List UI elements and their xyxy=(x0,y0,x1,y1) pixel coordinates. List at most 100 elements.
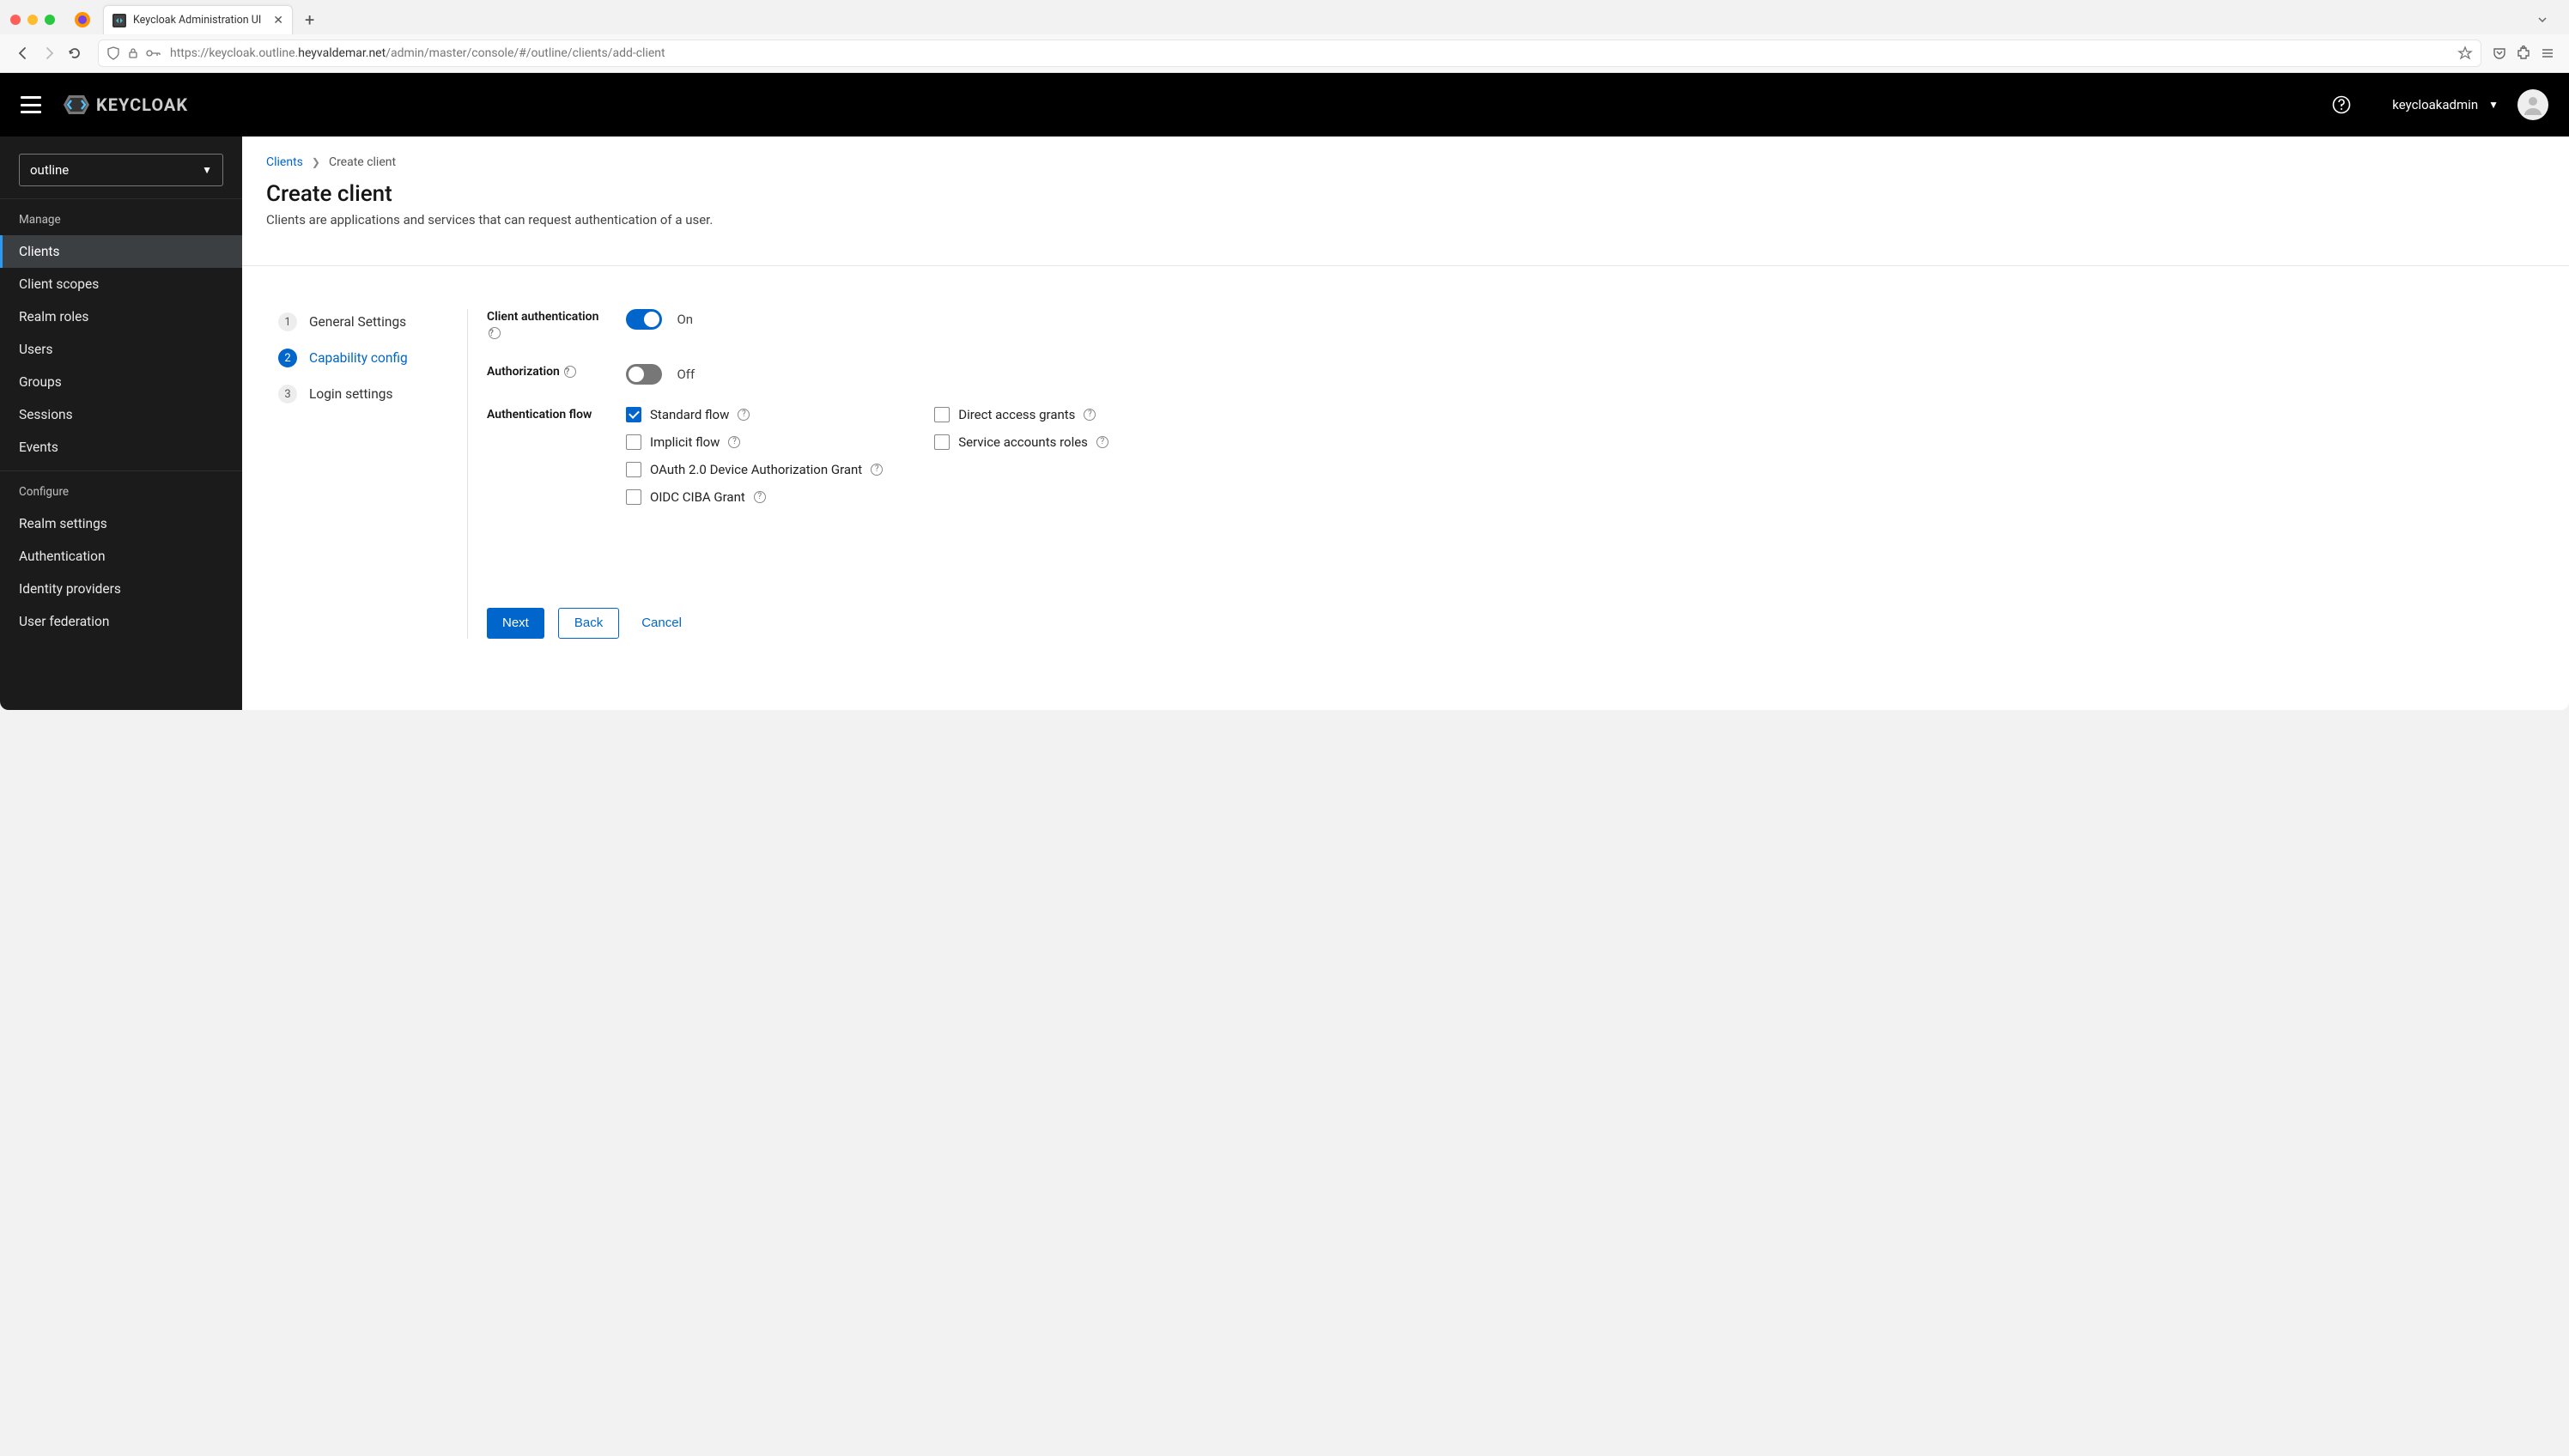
help-icon[interactable]: ? xyxy=(728,436,740,448)
shield-icon xyxy=(106,46,120,60)
breadcrumb-link[interactable]: Clients xyxy=(266,155,303,169)
key-icon xyxy=(146,49,161,58)
check-row-oauth-2-0-device-authorization-grant: OAuth 2.0 Device Authorization Grant? xyxy=(626,462,883,477)
new-tab-icon[interactable]: + xyxy=(305,9,314,30)
window-maximize-icon[interactable] xyxy=(45,15,55,25)
nav-back-icon[interactable] xyxy=(10,40,36,66)
client-auth-toggle[interactable] xyxy=(626,309,662,330)
help-icon[interactable]: ? xyxy=(871,464,883,476)
check-label: OAuth 2.0 Device Authorization Grant xyxy=(650,462,862,477)
checkbox[interactable] xyxy=(626,462,641,477)
window-close-icon[interactable] xyxy=(10,15,21,25)
firefox-icon xyxy=(70,8,94,32)
sidebar-item-users[interactable]: Users xyxy=(0,333,242,366)
check-label: Implicit flow xyxy=(650,434,720,450)
authorization-toggle[interactable] xyxy=(626,364,662,385)
vertical-divider xyxy=(467,309,468,639)
sidebar-item-clients[interactable]: Clients xyxy=(0,235,242,268)
check-row-standard-flow: Standard flow? xyxy=(626,407,883,422)
sidebar-section-configure: Configure xyxy=(0,471,242,507)
checkbox[interactable] xyxy=(626,407,641,422)
tab-close-icon[interactable]: ✕ xyxy=(273,14,283,27)
check-row-direct-access-grants: Direct access grants? xyxy=(934,407,1108,422)
client-auth-state: On xyxy=(677,312,693,327)
sidebar-item-identity-providers[interactable]: Identity providers xyxy=(0,573,242,605)
page-description: Clients are applications and services th… xyxy=(266,212,2545,228)
page-title: Create client xyxy=(266,181,2545,207)
checkbox[interactable] xyxy=(626,489,641,505)
wizard-step-capability-config[interactable]: 2Capability config xyxy=(278,349,467,367)
check-label: Service accounts roles xyxy=(958,434,1088,450)
lock-icon xyxy=(127,47,139,59)
sidebar-item-realm-settings[interactable]: Realm settings xyxy=(0,507,242,540)
sidebar-item-authentication[interactable]: Authentication xyxy=(0,540,242,573)
step-label: General Settings xyxy=(309,314,406,330)
app-header: KEYCLOAK keycloakadmin ▼ xyxy=(0,73,2569,136)
hamburger-icon[interactable] xyxy=(21,96,41,113)
sidebar-item-groups[interactable]: Groups xyxy=(0,366,242,398)
help-icon[interactable]: ? xyxy=(738,409,750,421)
nav-forward-icon[interactable] xyxy=(36,40,62,66)
main-content: Clients ❯ Create client Create client Cl… xyxy=(242,136,2569,710)
nav-reload-icon[interactable] xyxy=(62,40,88,66)
check-label: Standard flow xyxy=(650,407,729,422)
help-icon[interactable] xyxy=(2332,95,2351,114)
browser-tab[interactable]: Keycloak Administration UI ✕ xyxy=(103,5,293,34)
help-icon[interactable]: ? xyxy=(489,327,501,339)
keycloak-logo[interactable]: KEYCLOAK xyxy=(62,90,188,119)
app-menu-icon[interactable] xyxy=(2540,46,2555,61)
chevron-right-icon: ❯ xyxy=(312,156,320,168)
next-button[interactable]: Next xyxy=(487,608,544,639)
wizard-step-general-settings[interactable]: 1 General Settings xyxy=(278,312,467,331)
back-button[interactable]: Back xyxy=(558,608,619,639)
user-avatar-icon xyxy=(2521,93,2545,117)
user-menu[interactable]: keycloakadmin ▼ xyxy=(2392,97,2499,112)
check-row-implicit-flow: Implicit flow? xyxy=(626,434,883,450)
sidebar-item-events[interactable]: Events xyxy=(0,431,242,464)
check-label: Direct access grants xyxy=(958,407,1075,422)
caret-down-icon: ▼ xyxy=(2488,99,2499,111)
help-icon[interactable]: ? xyxy=(1096,436,1108,448)
sidebar-item-realm-roles[interactable]: Realm roles xyxy=(0,300,242,333)
realm-name: outline xyxy=(30,162,202,178)
url-bar[interactable]: https://keycloak.outline.heyvaldemar.net… xyxy=(98,39,2481,67)
sidebar-item-user-federation[interactable]: User federation xyxy=(0,605,242,638)
step-number: 3 xyxy=(278,385,297,403)
extensions-icon[interactable] xyxy=(2516,46,2531,61)
authorization-state: Off xyxy=(677,367,695,382)
wizard-steps: 1 General Settings 2Capability config 3 Logi… xyxy=(266,309,467,639)
check-row-oidc-ciba-grant: OIDC CIBA Grant? xyxy=(626,489,883,505)
sidebar-item-sessions[interactable]: Sessions xyxy=(0,398,242,431)
tabs-dropdown-icon[interactable] xyxy=(2526,10,2559,29)
wizard-form: Client authentication ? On Auth xyxy=(487,309,2545,639)
window-minimize-icon[interactable] xyxy=(27,15,38,25)
url-text: https://keycloak.outline.heyvaldemar.net… xyxy=(170,46,2457,60)
realm-selector[interactable]: outline ▼ xyxy=(19,154,223,186)
authorization-label: Authorization xyxy=(487,365,560,379)
caret-down-icon: ▼ xyxy=(202,164,212,176)
sidebar-item-client-scopes[interactable]: Client scopes xyxy=(0,268,242,300)
wizard-actions: Next Back Cancel xyxy=(487,608,2545,639)
sidebar-section-manage: Manage xyxy=(0,199,242,235)
pocket-icon[interactable] xyxy=(2492,46,2507,61)
browser-chrome: Keycloak Administration UI ✕ + xyxy=(0,0,2569,73)
bookmark-star-icon[interactable] xyxy=(2457,46,2473,61)
help-icon[interactable]: ? xyxy=(1084,409,1096,421)
wizard-step-login-settings[interactable]: 3 Login settings xyxy=(278,385,467,403)
checkbox[interactable] xyxy=(626,434,641,450)
checkbox[interactable] xyxy=(934,407,950,422)
tab-bar: Keycloak Administration UI ✕ + xyxy=(0,0,2569,34)
avatar[interactable] xyxy=(2517,89,2548,120)
checkbox[interactable] xyxy=(934,434,950,450)
nav-bar: https://keycloak.outline.heyvaldemar.net… xyxy=(0,34,2569,72)
window-controls[interactable] xyxy=(10,15,55,25)
step-label: Capability config xyxy=(309,350,408,366)
help-icon[interactable]: ? xyxy=(754,491,766,503)
step-label: Login settings xyxy=(309,386,392,402)
step-number: 1 xyxy=(278,312,297,331)
breadcrumb-current: Create client xyxy=(329,155,396,169)
cancel-button[interactable]: Cancel xyxy=(633,608,690,639)
help-icon[interactable]: ? xyxy=(564,366,576,378)
url-security-icons xyxy=(106,46,161,60)
keycloak-logo-icon xyxy=(62,90,91,119)
